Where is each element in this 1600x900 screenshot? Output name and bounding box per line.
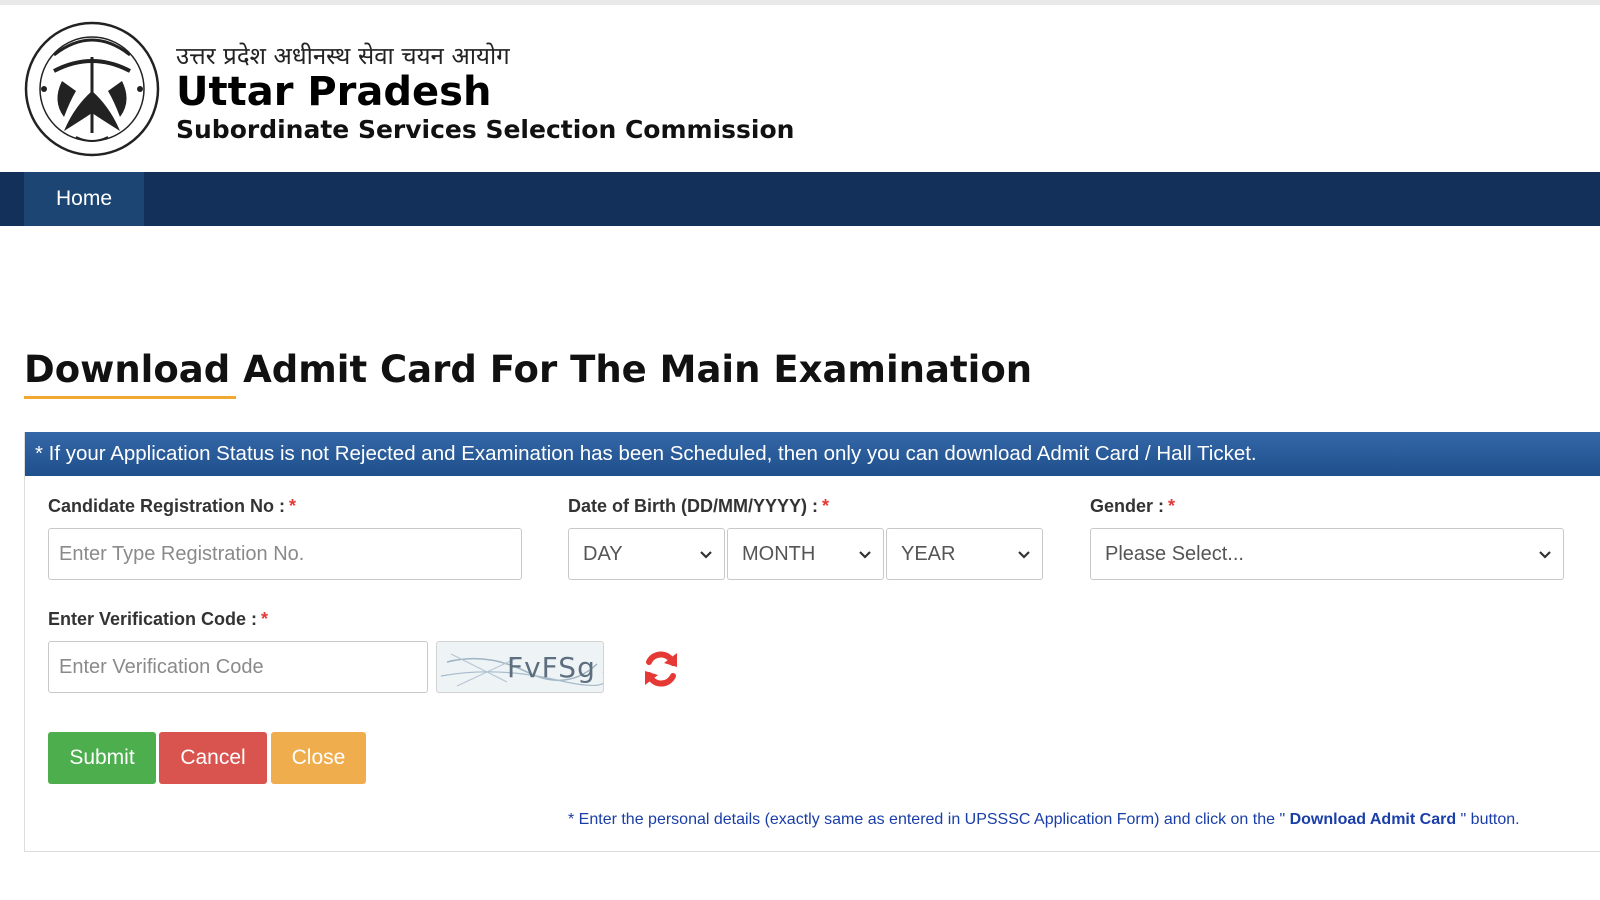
required-asterisk: * <box>822 496 830 516</box>
gender-label-text: Gender : <box>1090 496 1165 516</box>
dob-month-select[interactable]: MONTH <box>727 528 884 580</box>
required-asterisk: * <box>1168 496 1176 516</box>
footnote-text: * Enter the personal details (exactly sa… <box>568 811 1286 828</box>
captcha-text: FvFSg <box>507 651 596 684</box>
gender-select[interactable]: Please Select... <box>1090 528 1564 580</box>
chevron-down-icon <box>859 551 871 559</box>
page-title: Download Admit Card For The Main Examina… <box>24 348 1033 391</box>
up-government-emblem-icon <box>24 21 160 157</box>
notice-banner: * If your Application Status is not Reje… <box>25 432 1600 476</box>
site-header: उत्तर प्रदेश अधीनस्थ सेवा चयन आयोग Uttar… <box>0 5 1600 172</box>
gender-selected-value: Please Select... <box>1105 542 1244 565</box>
required-asterisk: * <box>261 609 269 629</box>
cancel-button[interactable]: Cancel <box>159 732 267 784</box>
chevron-down-icon <box>1018 551 1030 559</box>
dob-year-value: YEAR <box>901 542 956 565</box>
admit-card-form-panel: * If your Application Status is not Reje… <box>24 432 1600 852</box>
gender-label: Gender : * <box>1090 496 1175 517</box>
registration-number-input[interactable] <box>48 528 522 580</box>
dob-label-text: Date of Birth (DD/MM/YYYY) : <box>568 496 818 516</box>
verification-label: Enter Verification Code : * <box>48 609 268 630</box>
chevron-down-icon <box>1539 551 1551 559</box>
dob-year-select[interactable]: YEAR <box>886 528 1043 580</box>
chevron-down-icon <box>700 551 712 559</box>
hindi-org-name: उत्तर प्रदेश अधीनस्थ सेवा चयन आयोग <box>176 42 510 70</box>
registration-label-text: Candidate Registration No : <box>48 496 286 516</box>
required-asterisk: * <box>289 496 297 516</box>
footnote-text-end: " button. <box>1460 811 1520 828</box>
registration-label: Candidate Registration No : * <box>48 496 296 517</box>
form-footnote: * Enter the personal details (exactly sa… <box>568 811 1520 829</box>
nav-home-link[interactable]: Home <box>24 172 144 226</box>
site-subtitle: Subordinate Services Selection Commissio… <box>176 115 795 144</box>
refresh-captcha-icon[interactable] <box>639 647 683 691</box>
captcha-image: FvFSg <box>436 641 604 693</box>
dob-day-value: DAY <box>583 542 623 565</box>
main-navbar: Home <box>0 172 1600 226</box>
footnote-highlight: Download Admit Card <box>1285 811 1461 828</box>
dob-label: Date of Birth (DD/MM/YYYY) : * <box>568 496 829 517</box>
heading-underline <box>24 396 236 399</box>
close-button[interactable]: Close <box>271 732 366 784</box>
verification-code-input[interactable] <box>48 641 428 693</box>
submit-button[interactable]: Submit <box>48 732 156 784</box>
site-title: Uttar Pradesh <box>176 69 492 115</box>
dob-day-select[interactable]: DAY <box>568 528 725 580</box>
dob-month-value: MONTH <box>742 542 816 565</box>
verification-label-text: Enter Verification Code : <box>48 609 258 629</box>
